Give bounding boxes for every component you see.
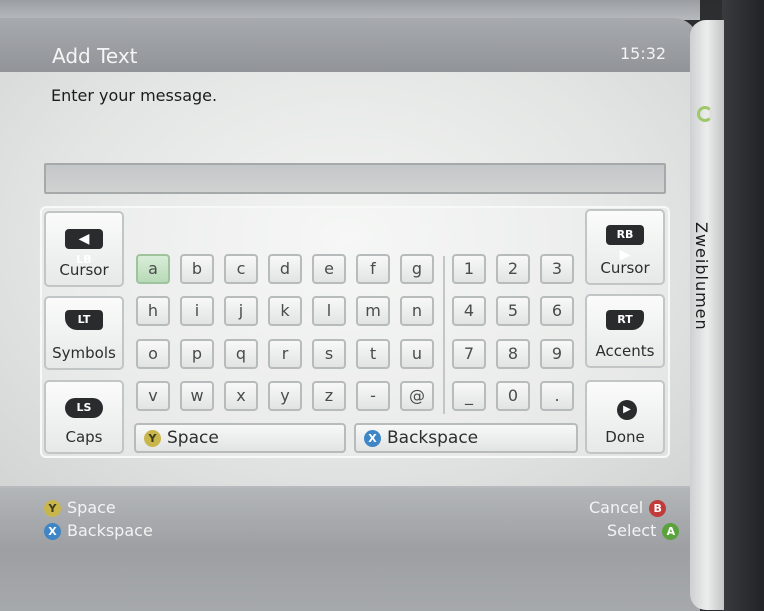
space-key[interactable]: Y Space bbox=[134, 423, 346, 453]
play-circle-icon: ▶ bbox=[617, 400, 637, 420]
rt-badge: RT bbox=[606, 310, 644, 330]
key-char[interactable]: h bbox=[136, 296, 170, 326]
accents-key[interactable]: RT Accents bbox=[585, 294, 665, 368]
key-char[interactable]: @ bbox=[400, 381, 434, 411]
rb-badge: RB ▶ bbox=[606, 225, 644, 263]
background-edge bbox=[722, 0, 764, 611]
key-char[interactable]: p bbox=[180, 339, 214, 369]
y-button-icon: Y bbox=[144, 429, 161, 447]
key-char[interactable]: u bbox=[400, 339, 434, 369]
key-num[interactable]: 4 bbox=[452, 296, 486, 326]
dialog-title: Add Text bbox=[52, 44, 138, 68]
cursor-left-key[interactable]: ◀ LB Cursor bbox=[44, 211, 124, 287]
key-num[interactable]: 3 bbox=[540, 254, 574, 284]
key-char[interactable]: x bbox=[224, 381, 258, 411]
cursor-right-label: Cursor bbox=[600, 259, 650, 277]
footer-cancel-hint: Cancel B bbox=[589, 498, 667, 517]
key-num[interactable]: 6 bbox=[540, 296, 574, 326]
key-char[interactable]: a bbox=[136, 254, 170, 284]
key-char[interactable]: v bbox=[136, 381, 170, 411]
cursor-left-label: Cursor bbox=[59, 261, 109, 279]
x-button-icon: X bbox=[44, 523, 61, 540]
cursor-right-key[interactable]: RB ▶ Cursor bbox=[585, 209, 665, 285]
key-char[interactable]: r bbox=[268, 339, 302, 369]
accents-label: Accents bbox=[595, 342, 655, 360]
key-char[interactable]: k bbox=[268, 296, 302, 326]
key-char[interactable]: j bbox=[224, 296, 258, 326]
ls-badge: LS bbox=[65, 398, 103, 418]
space-label: Space bbox=[167, 428, 219, 448]
lb-badge: ◀ LB bbox=[65, 229, 103, 266]
a-button-icon: A bbox=[662, 523, 680, 540]
key-char[interactable]: g bbox=[400, 254, 434, 284]
clock: 15:32 bbox=[620, 44, 667, 63]
key-char[interactable]: n bbox=[400, 296, 434, 326]
done-key[interactable]: ▶ Done bbox=[585, 380, 665, 454]
key-char[interactable]: m bbox=[356, 296, 390, 326]
keyboard-divider bbox=[443, 256, 445, 414]
prompt-text: Enter your message. bbox=[51, 86, 218, 105]
key-num[interactable]: 0 bbox=[496, 381, 530, 411]
key-num[interactable]: _ bbox=[452, 381, 486, 411]
key-num[interactable]: 7 bbox=[452, 339, 486, 369]
lt-badge: LT bbox=[65, 310, 103, 330]
key-char[interactable]: s bbox=[312, 339, 346, 369]
key-char[interactable]: - bbox=[356, 381, 390, 411]
keyboard-frame bbox=[40, 206, 670, 458]
key-num[interactable]: . bbox=[540, 381, 574, 411]
key-num[interactable]: 9 bbox=[540, 339, 574, 369]
arrow-left-icon: ◀ bbox=[78, 231, 90, 247]
x-button-icon: X bbox=[364, 429, 381, 447]
backspace-label: Backspace bbox=[387, 428, 479, 448]
footer-backspace-hint: X Backspace bbox=[44, 521, 153, 540]
key-num[interactable]: 1 bbox=[452, 254, 486, 284]
key-num[interactable]: 2 bbox=[496, 254, 530, 284]
done-label: Done bbox=[605, 428, 645, 446]
backspace-key[interactable]: X Backspace bbox=[354, 423, 578, 453]
key-char[interactable]: z bbox=[312, 381, 346, 411]
message-input[interactable] bbox=[44, 163, 666, 194]
key-char[interactable]: t bbox=[356, 339, 390, 369]
key-char[interactable]: e bbox=[312, 254, 346, 284]
symbols-label: Symbols bbox=[52, 344, 116, 362]
b-button-icon: B bbox=[649, 500, 667, 517]
y-button-icon: Y bbox=[44, 500, 61, 517]
key-char[interactable]: q bbox=[224, 339, 258, 369]
key-char[interactable]: o bbox=[136, 339, 170, 369]
key-char[interactable]: i bbox=[180, 296, 214, 326]
symbols-key[interactable]: LT Symbols bbox=[44, 296, 124, 370]
caps-key[interactable]: LS Caps bbox=[44, 380, 124, 454]
key-char[interactable]: c bbox=[224, 254, 258, 284]
key-char[interactable]: w bbox=[180, 381, 214, 411]
key-num[interactable]: 5 bbox=[496, 296, 530, 326]
key-char[interactable]: l bbox=[312, 296, 346, 326]
footer-select-hint: Select A bbox=[607, 521, 680, 540]
side-tab-label: Zweiblumen bbox=[692, 222, 711, 331]
key-char[interactable]: b bbox=[180, 254, 214, 284]
top-bezel bbox=[0, 0, 700, 20]
footer-space-hint: Y Space bbox=[44, 498, 116, 517]
key-char[interactable]: y bbox=[268, 381, 302, 411]
key-char[interactable]: f bbox=[356, 254, 390, 284]
key-num[interactable]: 8 bbox=[496, 339, 530, 369]
xbox-ring-icon bbox=[697, 106, 713, 122]
caps-label: Caps bbox=[65, 428, 103, 446]
key-char[interactable]: d bbox=[268, 254, 302, 284]
